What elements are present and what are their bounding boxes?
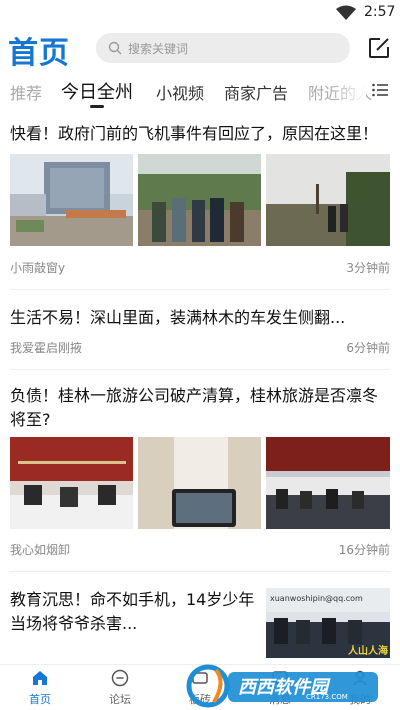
article-image	[10, 154, 133, 246]
category-tabs: 推荐 今日全州 小视频 商家广告 附近的人	[0, 70, 400, 112]
nav-forum[interactable]: 论坛	[80, 665, 160, 710]
article-time: 16分钟前	[338, 543, 390, 557]
article-title[interactable]: 负债！桂林一旅游公司破产清算，桂林旅游是否凛冬将至?	[10, 384, 390, 432]
article-time: 6分钟前	[346, 341, 390, 355]
header: 首页 搜索关键词	[0, 26, 400, 71]
page-title: 首页	[8, 36, 70, 71]
article-title[interactable]: 快看！政府门前的飞机事件有回应了，原因在这里！	[10, 122, 390, 146]
article-image	[138, 154, 261, 246]
watermark-subtext: CR173.COM	[306, 693, 348, 701]
article-image	[10, 437, 133, 529]
menu-icon[interactable]	[372, 83, 388, 97]
divider	[10, 571, 390, 572]
forum-icon	[111, 669, 129, 687]
article-title[interactable]: 生活不易！深山里面，装满林木的车发生侧翻...	[10, 306, 390, 330]
search-icon	[108, 41, 122, 55]
home-icon	[33, 671, 47, 685]
article-title[interactable]: 教育沉思！命不如手机，14岁少年当场将爷爷杀害...	[10, 588, 255, 636]
article-image	[138, 437, 261, 529]
nav-label: 论坛	[109, 693, 131, 706]
article-image: xuanwoshipin@qq.com 人山人海	[266, 588, 390, 658]
tab-today-quanzhou[interactable]: 今日全州	[61, 78, 133, 104]
divider	[10, 289, 390, 290]
tab-short-video[interactable]: 小视频	[156, 80, 204, 104]
edit-icon[interactable]	[366, 35, 392, 61]
watermark: 西西软件园 CR173.COM	[186, 662, 382, 708]
wifi-icon	[336, 5, 356, 20]
status-bar: 2:57	[0, 0, 400, 26]
image-caption: xuanwoshipin@qq.com	[270, 594, 363, 603]
article-time: 3分钟前	[346, 261, 390, 275]
article-source[interactable]: 我心如烟卸	[10, 541, 70, 558]
status-time: 2:57	[364, 4, 396, 20]
search-input[interactable]: 搜索关键词	[96, 33, 350, 63]
nav-home[interactable]: 首页	[0, 665, 80, 710]
article-source[interactable]: 我爱霍启刚掖	[10, 339, 82, 356]
search-placeholder: 搜索关键词	[128, 42, 189, 56]
tabs-fade	[330, 70, 366, 112]
active-tab-indicator	[90, 105, 104, 108]
image-overlay-text: 人山人海	[348, 646, 388, 657]
article-image	[266, 154, 390, 246]
divider	[10, 369, 390, 370]
tab-recommend[interactable]: 推荐	[10, 80, 42, 104]
tab-merchant-ads[interactable]: 商家广告	[224, 80, 288, 104]
article-source[interactable]: 小雨敲窗y	[10, 259, 65, 276]
article-image	[266, 437, 390, 529]
nav-label: 首页	[29, 693, 51, 706]
